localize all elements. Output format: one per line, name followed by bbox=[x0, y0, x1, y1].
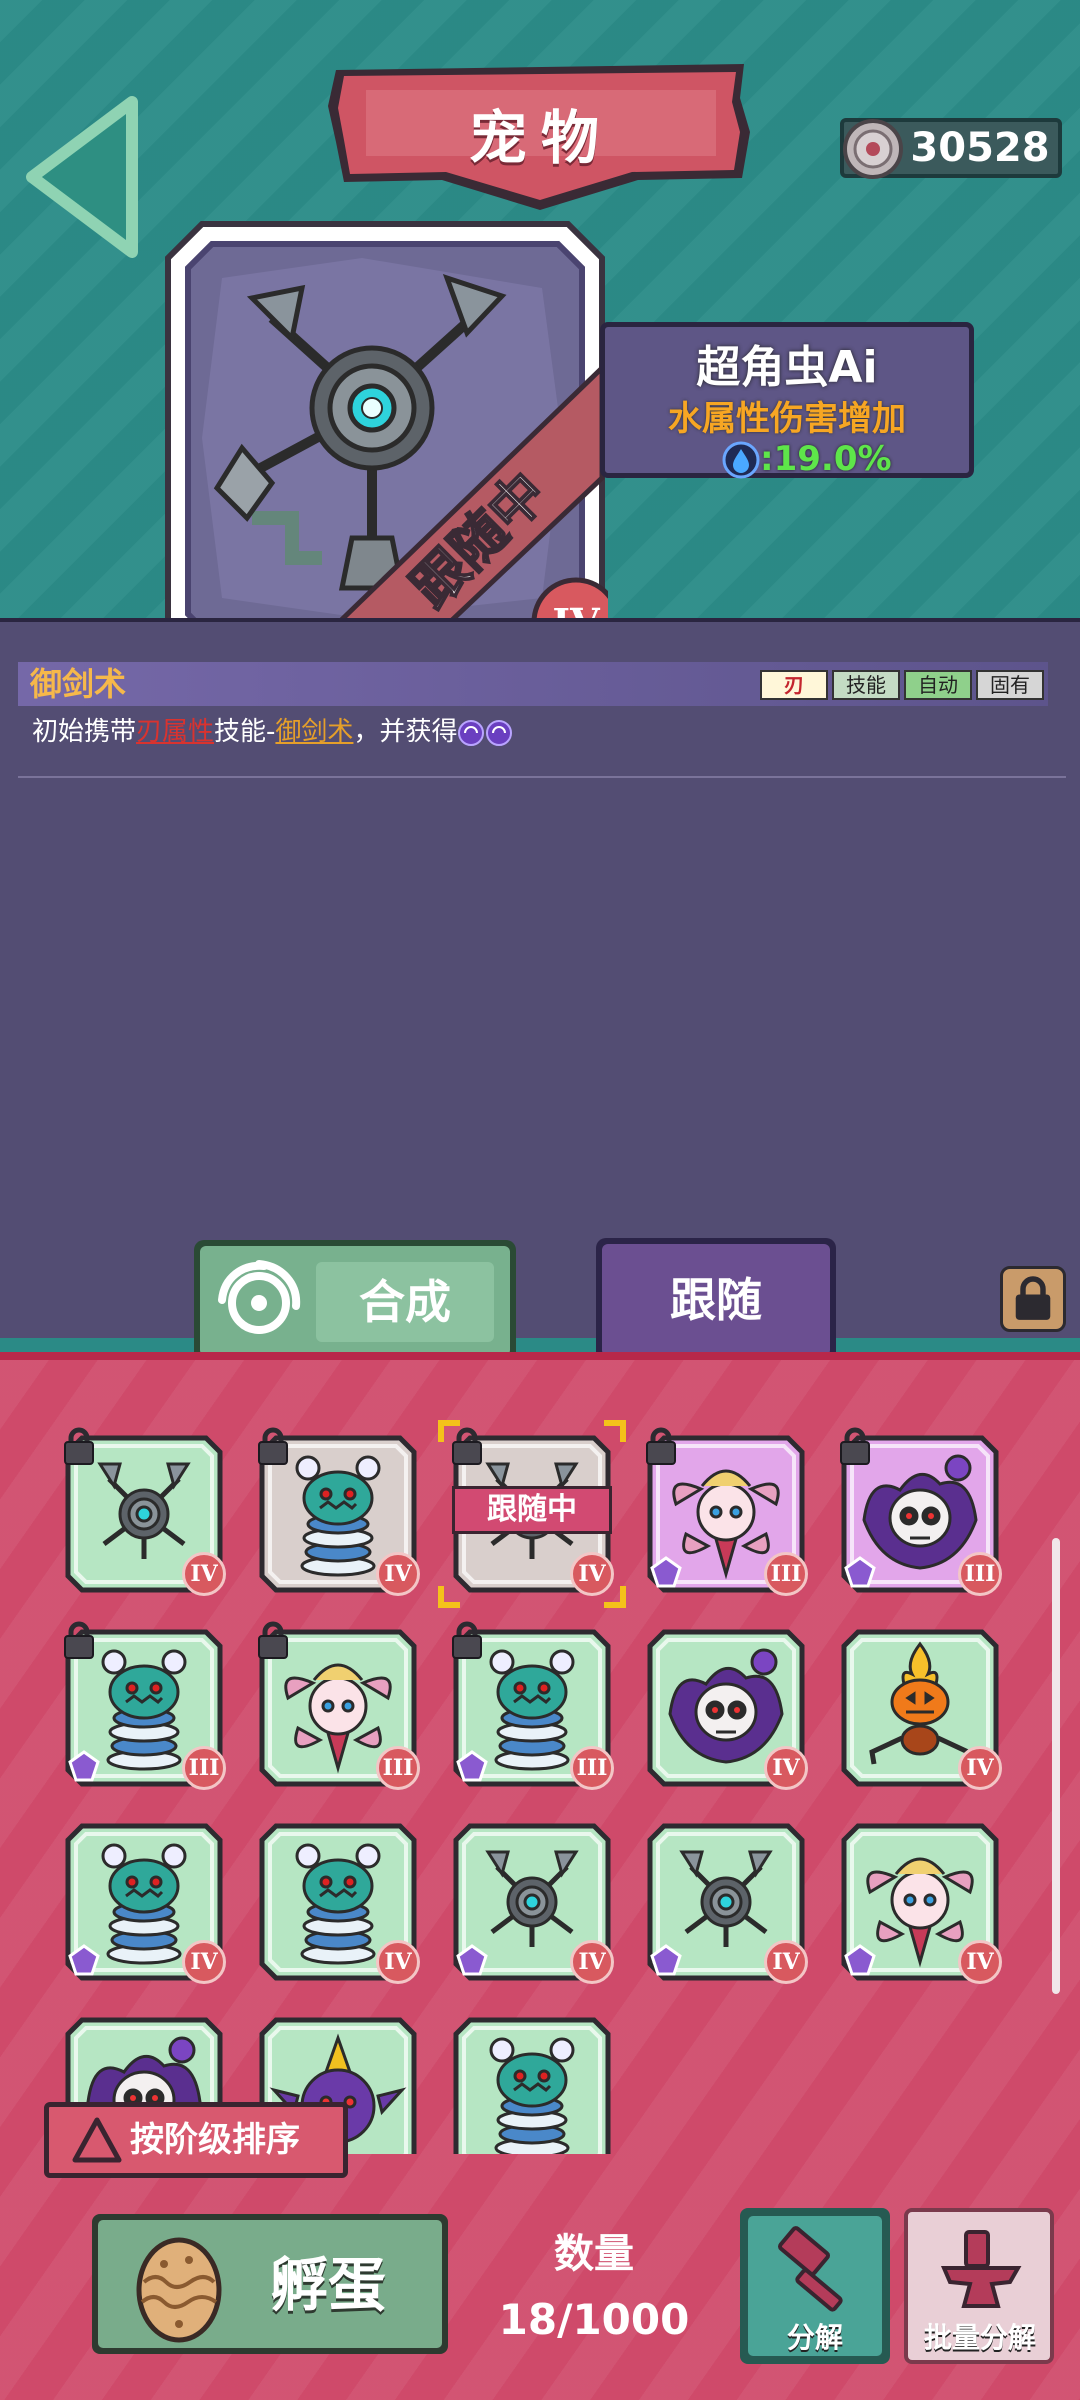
pet-slot[interactable]: III bbox=[64, 1621, 226, 1790]
element-gem-icon bbox=[648, 1554, 684, 1590]
tab-follow-label[interactable]: 跟随 bbox=[602, 1244, 830, 1356]
pet-slot[interactable]: IV 跟随中 bbox=[438, 1420, 626, 1608]
tier-badge: IV bbox=[376, 1552, 420, 1596]
tab-combine-label[interactable]: 合成 bbox=[316, 1262, 494, 1342]
lock-icon bbox=[642, 1426, 680, 1468]
anvil-icon bbox=[940, 2230, 1022, 2308]
pet-slot[interactable]: IV bbox=[258, 1427, 420, 1596]
element-gem-icon bbox=[454, 1748, 490, 1784]
pet-portrait[interactable]: 跟随中 IV bbox=[162, 218, 608, 664]
skill-name: 御剑术 bbox=[30, 665, 127, 703]
tag-skill: 技能 bbox=[832, 670, 900, 700]
tier-badge: III bbox=[764, 1552, 808, 1596]
tier-badge: III bbox=[958, 1552, 1002, 1596]
tier-badge: IV bbox=[764, 1746, 808, 1790]
swirl-icon bbox=[218, 1260, 301, 1334]
tier-badge: III bbox=[376, 1746, 420, 1790]
lock-icon[interactable] bbox=[1000, 1266, 1066, 1332]
pet-slot[interactable]: IV bbox=[840, 1628, 1002, 1790]
tier-badge: IV bbox=[764, 1940, 808, 1984]
element-gem-icon bbox=[842, 1942, 878, 1978]
skill-description: 初始携带刃属性技能-御剑术，并获得 bbox=[32, 712, 1032, 752]
pet-slot[interactable]: IV bbox=[64, 1822, 226, 1984]
element-gem-icon bbox=[842, 1554, 878, 1590]
triangle-icon bbox=[72, 2117, 122, 2163]
element-gem-icon bbox=[66, 1748, 102, 1784]
pet-slot[interactable] bbox=[452, 2016, 612, 2154]
selection-frame bbox=[438, 1420, 626, 1608]
skill-desc-mid: 技能- bbox=[214, 717, 276, 747]
pet-slot[interactable]: III bbox=[452, 1621, 614, 1790]
pet-slot[interactable]: IV bbox=[840, 1822, 1002, 1984]
sort-label[interactable]: 按阶级排序 bbox=[130, 2102, 350, 2178]
skill-desc-prefix: 初始携带 bbox=[32, 717, 137, 747]
tier-badge: III bbox=[570, 1746, 614, 1790]
tier-badge: IV bbox=[570, 1940, 614, 1984]
lock-icon bbox=[60, 1620, 98, 1662]
batch-decompose-label[interactable]: 批量分解 bbox=[900, 2316, 1060, 2360]
lock-icon bbox=[254, 1426, 292, 1468]
coin-icon bbox=[843, 119, 903, 179]
pet-slot[interactable]: III bbox=[840, 1427, 1002, 1596]
tier-badge: IV bbox=[958, 1746, 1002, 1790]
coin-amount: 30528 bbox=[910, 125, 1050, 171]
tier-badge: IV bbox=[958, 1940, 1002, 1984]
lock-icon bbox=[448, 1620, 486, 1662]
tag-blade: 刃 bbox=[760, 670, 828, 700]
divider bbox=[18, 776, 1066, 778]
skill-desc-skill: 御剑术 bbox=[275, 717, 354, 747]
tier-badge: IV bbox=[182, 1940, 226, 1984]
spring-pet-icon bbox=[453, 2017, 611, 2154]
egg-icon bbox=[136, 2237, 222, 2343]
pet-slot[interactable]: III bbox=[646, 1427, 808, 1596]
pet-slot[interactable]: IV bbox=[258, 1822, 420, 1984]
hammer-icon bbox=[778, 2226, 843, 2312]
tag-auto: 自动 bbox=[904, 670, 972, 700]
lock-icon bbox=[60, 1426, 98, 1468]
skill-desc-suffix: ，并获得 bbox=[353, 717, 458, 747]
page-title: 宠物 bbox=[468, 104, 613, 172]
element-gem-icon bbox=[66, 1942, 102, 1978]
skill-desc-attr: 刃属性 bbox=[136, 717, 215, 747]
tier-badge: III bbox=[182, 1746, 226, 1790]
tier-badge: IV bbox=[182, 1552, 226, 1596]
pet-attribute-value: :19.0% bbox=[760, 439, 892, 479]
decompose-label[interactable]: 分解 bbox=[740, 2316, 890, 2360]
pet-slot[interactable]: IV bbox=[64, 1427, 226, 1596]
tag-innate: 固有 bbox=[976, 670, 1044, 700]
pet-slot[interactable]: IV bbox=[646, 1822, 808, 1984]
lock-icon bbox=[254, 1620, 292, 1662]
count-value: 18/1000 bbox=[498, 2295, 690, 2344]
count-label: 数量 bbox=[554, 2231, 634, 2277]
hatch-label[interactable]: 孵蛋 bbox=[270, 2240, 420, 2330]
lock-icon bbox=[836, 1426, 874, 1468]
pet-name: 超角虫Ai bbox=[696, 342, 878, 393]
pet-slot[interactable]: IV bbox=[452, 1822, 614, 1984]
tab-follow[interactable]: 跟随 bbox=[596, 1238, 836, 1362]
pet-slot[interactable]: III bbox=[258, 1621, 420, 1790]
element-gem-icon bbox=[454, 1942, 490, 1978]
scrollbar[interactable] bbox=[1052, 1538, 1060, 1994]
element-gem-icon bbox=[648, 1942, 684, 1978]
tier-badge: IV bbox=[376, 1940, 420, 1984]
energy-orb-icons bbox=[458, 719, 513, 746]
back-arrow-icon[interactable] bbox=[14, 92, 144, 262]
pet-slot[interactable]: IV bbox=[646, 1628, 808, 1790]
